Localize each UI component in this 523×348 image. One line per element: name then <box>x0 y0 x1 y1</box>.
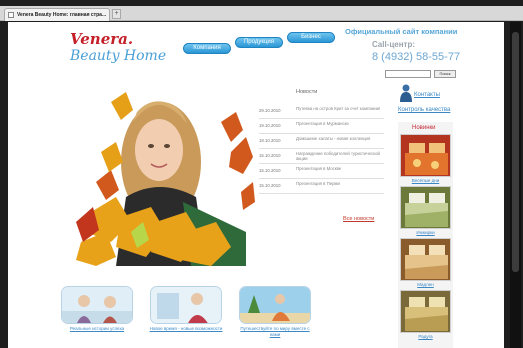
browser-tab-title: Venera Beauty Home: главная стра... <box>17 12 107 18</box>
novelties-title: Новинки <box>412 125 436 131</box>
search-input[interactable] <box>385 70 431 78</box>
hero-image <box>71 82 256 266</box>
scrollbar-thumb[interactable] <box>512 32 519 272</box>
news-item[interactable]: 29.10.2010 Путевка на остров Крит за сче… <box>259 104 384 119</box>
phone-number: 8 (4932) 58-55-77 <box>372 51 461 63</box>
product-label[interactable]: Мадлен <box>400 282 451 287</box>
product-card[interactable]: Мадлен <box>400 238 451 287</box>
product-image[interactable] <box>400 238 451 281</box>
person-icon <box>400 84 412 102</box>
new-time-image[interactable] <box>150 286 222 324</box>
all-news-link[interactable]: Все новости <box>343 216 374 222</box>
nav-company-button[interactable]: Компания <box>183 43 231 54</box>
news-date: 19.10.2010 <box>259 123 281 128</box>
logo-venera[interactable]: Venera. <box>70 30 133 48</box>
logo-beauty-home[interactable]: Beauty Home <box>70 48 166 64</box>
favicon-icon <box>8 12 14 18</box>
news-list: 29.10.2010 Путевка на остров Крит за сче… <box>259 104 384 194</box>
travel-image[interactable] <box>239 286 311 324</box>
site-title: Официальный сайт компании <box>345 27 458 36</box>
product-card[interactable]: Инжирки <box>400 186 451 235</box>
news-title[interactable]: Награждение победителей туристической ак… <box>296 151 382 161</box>
news-item[interactable]: 15.10.2010 Презентация в Москве <box>259 164 384 179</box>
new-tab-button[interactable]: + <box>112 9 121 19</box>
travel-link[interactable]: Путешествуйте по миру вместе с нами <box>235 326 315 337</box>
news-date: 29.10.2010 <box>259 108 281 113</box>
nav-products-button[interactable]: Продукция <box>235 37 283 48</box>
product-card[interactable]: Радуга <box>400 290 451 339</box>
product-image[interactable] <box>400 134 451 177</box>
news-item[interactable]: 15.10.2010 Награждение победителей турис… <box>259 149 384 164</box>
news-title[interactable]: Презентация в Москве <box>296 166 382 171</box>
news-item[interactable]: 19.10.2010 Презентация в Мурманске <box>259 119 384 134</box>
product-label[interactable]: Инжирки <box>400 230 451 235</box>
contacts-link[interactable]: Контакты <box>414 92 440 98</box>
news-item[interactable]: 15.10.2010 Презентация в Перми <box>259 179 384 194</box>
hero-illustration <box>71 82 256 266</box>
browser-tab[interactable]: Venera Beauty Home: главная стра... <box>4 8 110 21</box>
novelties-panel: Новинки Весёлые дни Инжирки Мадлен Радуг… <box>398 122 453 348</box>
page-scrollbar[interactable] <box>510 22 521 348</box>
product-label[interactable]: Радуга <box>400 334 451 339</box>
browser-tab-bar: Venera Beauty Home: главная стра... + <box>0 6 523 21</box>
news-title[interactable]: Презентация в Мурманске <box>296 121 382 126</box>
news-date: 15.10.2010 <box>259 153 281 158</box>
new-time-link[interactable]: Новое время - новые возможности <box>146 326 226 332</box>
news-heading: Новости <box>296 89 318 95</box>
news-date: 18.10.2010 <box>259 138 281 143</box>
success-stories-image[interactable] <box>61 286 133 324</box>
quality-control-link[interactable]: Контроль качества <box>398 107 450 113</box>
product-image[interactable] <box>400 290 451 333</box>
product-image[interactable] <box>400 186 451 229</box>
product-card[interactable]: Весёлые дни <box>400 134 451 183</box>
call-center-label: Call-центр: <box>372 40 416 49</box>
search-button[interactable]: Поиск <box>434 70 456 78</box>
news-date: 15.10.2010 <box>259 183 281 188</box>
news-title[interactable]: Путевка на остров Крит за счет компании! <box>296 106 382 111</box>
product-label[interactable]: Весёлые дни <box>400 178 451 183</box>
news-date: 15.10.2010 <box>259 168 281 173</box>
news-title[interactable]: Презентация в Перми <box>296 181 382 186</box>
success-stories-link[interactable]: Реальные истории успеха <box>57 326 137 332</box>
web-page: Venera. Beauty Home Компания Продукция Б… <box>8 22 504 348</box>
news-item[interactable]: 18.10.2010 Домашние халаты - новая колле… <box>259 134 384 149</box>
nav-business-button[interactable]: Бизнес <box>287 32 335 43</box>
news-title[interactable]: Домашние халаты - новая коллекция <box>296 136 382 141</box>
